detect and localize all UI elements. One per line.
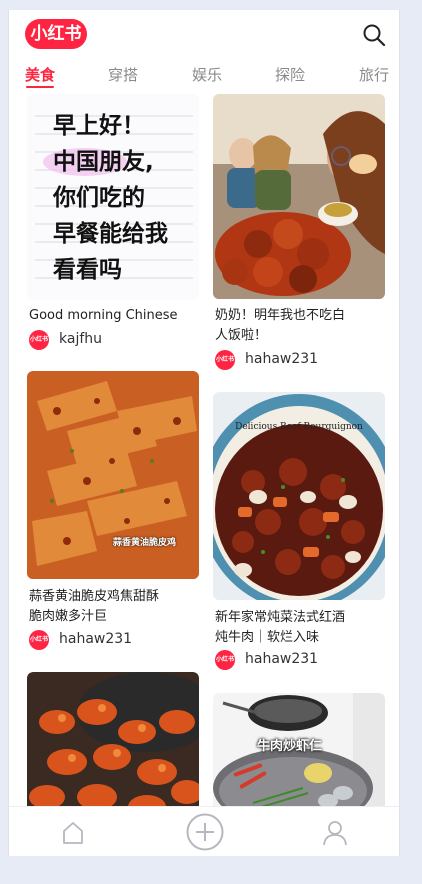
- user-icon: [323, 821, 347, 846]
- cover-caption: 牛肉炒虾仁: [257, 739, 323, 754]
- phone-screen: 小红书 美食 穿搭 娱乐 探险 旅行 早上好！ 中国朋友, 你们吃的 早餐能给我…: [8, 10, 400, 856]
- note-card[interactable]: 蒜香黄油脆皮鸡 蒜香黄油脆皮鸡焦甜酥 脆肉嫩多汁巨 小红书 hahaw231: [27, 371, 199, 663]
- note-card[interactable]: 牛肉炒虾仁: [213, 693, 385, 806]
- search-icon: [363, 24, 386, 47]
- note-cover-image: [27, 672, 199, 806]
- note-title[interactable]: Good morning Chinese: [29, 306, 195, 326]
- app-logo[interactable]: 小红书: [25, 19, 87, 49]
- top-header: 小红书: [9, 10, 399, 62]
- note-title-line: 新年家常炖菜法式红酒: [215, 610, 346, 625]
- cover-text-line: 看看吗: [53, 257, 122, 283]
- note-title-line: 人饭啦！: [215, 328, 268, 343]
- home-icon: [63, 822, 83, 844]
- author-name: kajfhu: [59, 331, 103, 347]
- cover-text-line: 中国朋友,: [53, 149, 154, 175]
- note-author[interactable]: 小红书 hahaw231: [29, 630, 195, 650]
- author-name: hahaw231: [59, 631, 133, 647]
- note-title[interactable]: 蒜香黄油脆皮鸡焦甜酥 脆肉嫩多汁巨: [29, 587, 195, 627]
- note-author[interactable]: 小红书 hahaw231: [215, 350, 381, 370]
- cover-text-line: 早上好！: [53, 113, 145, 139]
- profile-button[interactable]: [317, 815, 353, 851]
- cover-text-line: 早餐能给我: [53, 221, 168, 247]
- search-button[interactable]: [361, 22, 387, 48]
- cover-text: 早上好！ 中国朋友, 你们吃的 早餐能给我 看看吗: [53, 108, 168, 288]
- tab-outfit[interactable]: 穿搭: [108, 64, 138, 85]
- category-tabs: 美食 穿搭 娱乐 探险 旅行: [9, 62, 399, 96]
- note-card[interactable]: [27, 672, 199, 806]
- note-title[interactable]: 奶奶！明年我也不吃白 人饭啦！: [215, 306, 381, 346]
- bottom-navigation: [9, 806, 399, 856]
- avatar: 小红书: [29, 630, 49, 650]
- tab-travel[interactable]: 旅行: [359, 64, 389, 85]
- tab-entertainment[interactable]: 娱乐: [192, 64, 222, 85]
- note-author[interactable]: 小红书 kajfhu: [29, 330, 195, 350]
- home-button[interactable]: [55, 815, 91, 851]
- note-card[interactable]: Delicious Beef Bourguignon 新年家常炖菜法式红酒 炖牛…: [213, 392, 385, 684]
- note-title-line: 奶奶！明年我也不吃白: [215, 308, 346, 323]
- note-title-line: 蒜香黄油脆皮鸡焦甜酥: [29, 589, 160, 604]
- note-cover-image: [213, 94, 385, 299]
- cover-text-line: 你们吃的: [53, 185, 145, 211]
- note-card[interactable]: 奶奶！明年我也不吃白 人饭啦！ 小红书 hahaw231: [213, 94, 385, 378]
- note-title[interactable]: 新年家常炖菜法式红酒 炖牛肉｜软烂入味: [215, 608, 381, 648]
- cover-caption: 蒜香黄油脆皮鸡: [113, 538, 177, 548]
- avatar: 小红书: [215, 650, 235, 670]
- author-name: hahaw231: [245, 351, 319, 367]
- note-title-line: 炖牛肉｜软烂入味: [215, 630, 320, 645]
- plus-circle-icon: [186, 813, 224, 851]
- tab-food[interactable]: 美食: [25, 64, 55, 85]
- tab-adventure[interactable]: 探险: [275, 64, 305, 85]
- active-tab-indicator: [26, 86, 54, 88]
- cover-caption: Delicious Beef Bourguignon: [235, 422, 363, 432]
- publish-button[interactable]: [185, 812, 225, 852]
- author-name: hahaw231: [245, 651, 319, 667]
- note-card[interactable]: 早上好！ 中国朋友, 你们吃的 早餐能给我 看看吗 Good morning C…: [27, 94, 199, 354]
- avatar: 小红书: [215, 350, 235, 370]
- avatar: 小红书: [29, 330, 49, 350]
- note-title-line: 脆肉嫩多汁巨: [29, 609, 108, 624]
- note-author[interactable]: 小红书 hahaw231: [215, 650, 381, 670]
- note-feed[interactable]: 早上好！ 中国朋友, 你们吃的 早餐能给我 看看吗 Good morning C…: [9, 94, 399, 806]
